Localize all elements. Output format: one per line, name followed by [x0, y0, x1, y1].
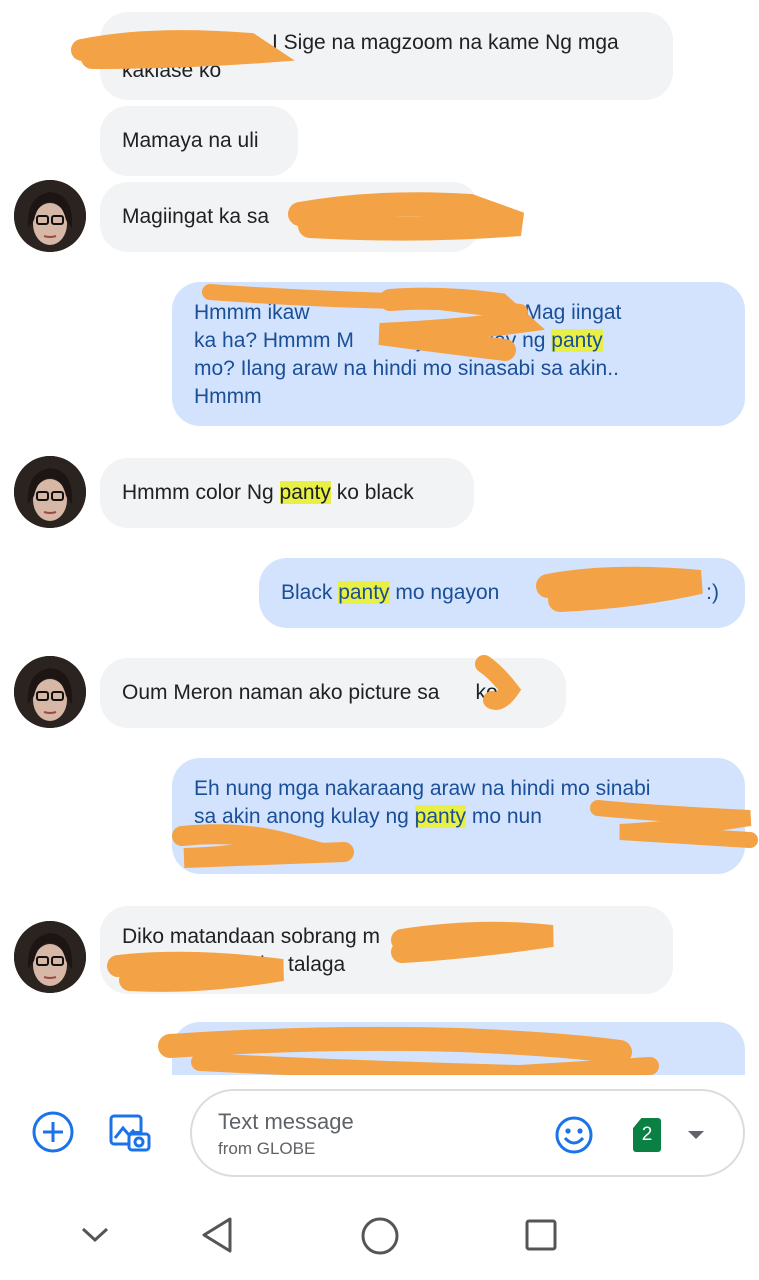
message-line: Eh nung mga nakaraang araw na hindi mo s… [194, 777, 651, 800]
nav-home-icon [361, 1217, 399, 1255]
message-text: Mamaya na uli [122, 129, 259, 152]
message-line: mo? Ilang araw na hindi mo sinasabi sa a… [194, 357, 619, 380]
message-line: kaklase ko [122, 59, 222, 82]
outgoing-message[interactable]: Eh nung mga nakaraang araw na hindi mo s… [172, 758, 745, 874]
sim-card-icon: 2 [633, 1118, 661, 1152]
highlighted-keyword: panty [338, 581, 390, 604]
nav-home-button[interactable] [354, 1210, 406, 1262]
nav-back-button[interactable] [192, 1210, 242, 1260]
system-navigation-bar [0, 1195, 759, 1280]
incoming-message[interactable]: Oum Meron naman ako picture sa ko [100, 658, 566, 728]
contact-avatar[interactable] [14, 921, 86, 993]
nav-collapse-button[interactable] [70, 1210, 120, 1260]
add-circle-icon [32, 1111, 74, 1153]
message-text-end: :) [706, 581, 719, 604]
nav-recents-icon [525, 1219, 557, 1251]
contact-avatar[interactable] [14, 656, 86, 728]
outgoing-message[interactable]: Hmmm ikaw Mag iingat ka ha? Hmmm Myung ku… [172, 282, 745, 426]
outgoing-message[interactable] [172, 1022, 745, 1075]
dropdown-arrow-icon [688, 1131, 704, 1139]
add-attachment-button[interactable] [30, 1109, 76, 1155]
sim-selector-button[interactable]: 2 [628, 1115, 712, 1155]
gallery-icon [109, 1114, 151, 1152]
incoming-message[interactable]: Diko matandaan sobrang m ko talaga [100, 906, 673, 994]
message-line: sa akin anong kulay ng panty mo nun [194, 805, 542, 828]
message-line: Hmmm [194, 385, 262, 408]
message-thread: I Sige na magzoom na kame Ng mga kaklase… [0, 0, 759, 1075]
nav-collapse-icon [81, 1227, 109, 1243]
highlighted-keyword: panty [414, 805, 467, 828]
highlighted-keyword: panty [551, 329, 603, 352]
gallery-button[interactable] [104, 1107, 154, 1157]
nav-back-icon [202, 1217, 232, 1253]
nav-recents-button[interactable] [516, 1210, 566, 1260]
message-line: Diko matandaan sobrang m [122, 925, 380, 948]
message-input[interactable]: Text message from GLOBE 2 [190, 1089, 745, 1177]
outgoing-message[interactable]: Black panty mo ngayon :) [259, 558, 745, 628]
message-text: Oum Meron naman ako picture sa ko [122, 681, 498, 704]
message-line: Hmmm ikaw Mag iingat [194, 301, 622, 324]
message-line: I Sige na magzoom na kame Ng mga [272, 31, 619, 54]
emoji-icon [555, 1116, 593, 1154]
message-text: Magiingat ka sa [122, 205, 270, 228]
contact-avatar[interactable] [14, 180, 86, 252]
message-line: ka ha? Hmmm Myung kulay ng panty [194, 329, 603, 352]
incoming-message[interactable]: I Sige na magzoom na kame Ng mga kaklase… [100, 12, 673, 100]
sender-label: from GLOBE [218, 1139, 316, 1158]
message-input-placeholder: Text message [218, 1109, 354, 1134]
message-text: Hmmm color Ng panty ko black [122, 481, 414, 504]
incoming-message[interactable]: Hmmm color Ng panty ko black [100, 458, 474, 528]
emoji-button[interactable] [552, 1113, 596, 1157]
message-text: Black panty mo ngayon [281, 581, 500, 604]
message-line: ko talaga [260, 953, 346, 976]
incoming-message[interactable]: Magiingat ka sa [100, 182, 480, 252]
composer-bar: Text message from GLOBE 2 [0, 1075, 759, 1200]
incoming-message[interactable]: Mamaya na uli [100, 106, 298, 176]
sim-number: 2 [641, 1124, 653, 1145]
contact-avatar[interactable] [14, 456, 86, 528]
highlighted-keyword: panty [279, 481, 331, 504]
